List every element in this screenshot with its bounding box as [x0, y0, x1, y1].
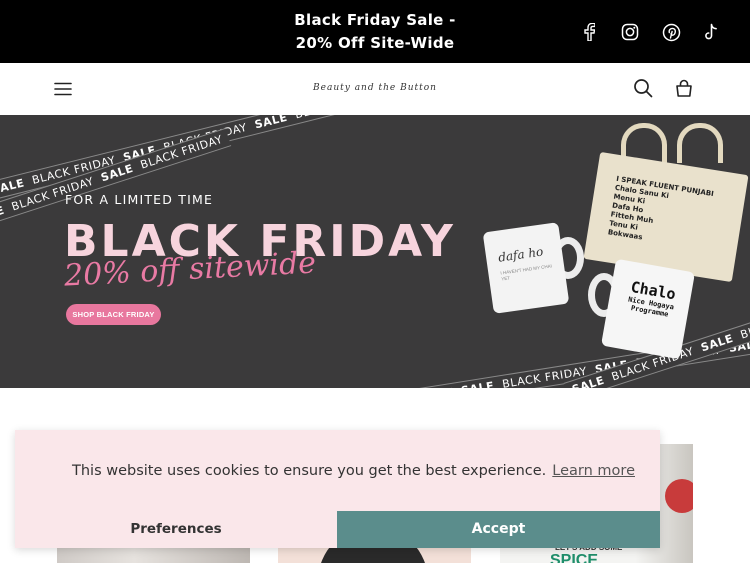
cart-icon[interactable] [673, 77, 695, 99]
mug1-small-text: I HAVEN'T HAD MY CHAI YET [500, 263, 553, 282]
facebook-icon[interactable] [578, 21, 600, 43]
preferences-button[interactable]: Preferences [15, 511, 337, 548]
cookie-banner: This website uses cookies to ensure you … [15, 430, 660, 548]
cookie-message: This website uses cookies to ensure you … [72, 463, 635, 479]
tote-body: I SPEAK FLUENT PUNJABI Chalo Sanu Ki Men… [583, 151, 749, 283]
cookie-message-text: This website uses cookies to ensure you … [72, 463, 547, 479]
tote-text: I SPEAK FLUENT PUNJABI Chalo Sanu Ki Men… [607, 174, 715, 242]
search-icon[interactable] [632, 77, 654, 99]
accept-button[interactable]: Accept [337, 511, 660, 548]
shop-black-friday-button[interactable]: SHOP BLACK FRIDAY [66, 304, 161, 325]
site-logo[interactable]: Beauty and the Button [300, 77, 450, 99]
tiktok-icon[interactable] [700, 21, 722, 43]
instagram-icon[interactable] [619, 21, 641, 43]
announcement-line-2: 20% Off Site-Wide [295, 34, 455, 52]
site-header: Beauty and the Button [0, 63, 750, 115]
mug2-body: Chalo Nice Hogaya Programme [600, 258, 696, 360]
hero-eyebrow: FOR A LIMITED TIME [65, 192, 214, 207]
mug1-body: dafa ho I HAVEN'T HAD MY CHAI YET [482, 222, 570, 314]
menu-icon[interactable] [53, 79, 73, 99]
ornament-decoration [665, 479, 693, 513]
tote-bag-image: I SPEAK FLUENT PUNJABI Chalo Sanu Ki Men… [583, 123, 749, 283]
mug1-text: dafa ho [497, 244, 545, 265]
tote-strap-right [677, 123, 723, 163]
announcement-line-1: Black Friday Sale - [294, 11, 456, 29]
mug2-text: Chalo Nice Hogaya Programme [627, 277, 678, 319]
hero-banner[interactable]: SALE BLACK FRIDAY SALE BLACK FRIDAY SALE… [0, 115, 750, 388]
pinterest-icon[interactable] [660, 21, 682, 43]
learn-more-link[interactable]: Learn more [552, 463, 635, 479]
announcement-text[interactable]: Black Friday Sale - 20% Off Site-Wide [260, 9, 490, 55]
announcement-bar: Black Friday Sale - 20% Off Site-Wide [0, 0, 750, 63]
product-card-3-text-2: SPICE [550, 552, 599, 563]
